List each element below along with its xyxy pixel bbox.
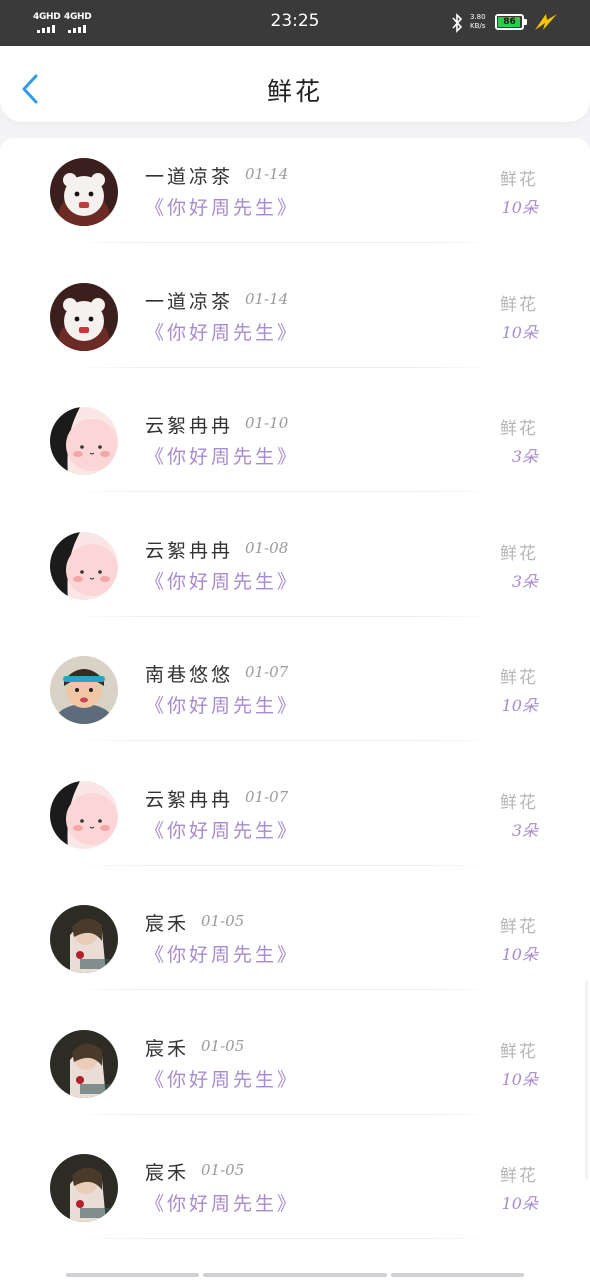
divider — [70, 740, 500, 741]
work-title[interactable]: 《你好周先生》 — [145, 442, 299, 469]
gift-type: 鲜花 — [500, 543, 538, 564]
gift-type: 鲜花 — [500, 170, 538, 190]
sender-name: 宸禾 — [145, 1162, 190, 1184]
pink-cartoon-avatar — [50, 407, 118, 475]
gift-type: 鲜花 — [500, 419, 538, 439]
send-date: 01-07 — [245, 663, 289, 681]
work-title[interactable]: 《你好周先生》 — [145, 1189, 299, 1216]
status-bar: 4GHD 4GHD 23:25 3.80 KB/s 86 — [0, 0, 590, 46]
divider — [70, 1238, 500, 1239]
gift-count: 10朵 — [501, 945, 538, 964]
send-date: 01-10 — [245, 414, 289, 432]
nav-header: 鲜花 — [0, 46, 590, 122]
gift-type: 鲜花 — [500, 1041, 538, 1062]
gift-count: 10朵 — [501, 696, 538, 715]
battery-icon: 86 — [495, 14, 527, 30]
list-item[interactable]: 云絮冉冉 01-08 《你好周先生》 鲜花 3朵 — [0, 512, 590, 637]
girl-photo-avatar — [50, 1030, 118, 1098]
gift-record-list[interactable]: 一道凉茶 01-14 《你好周先生》 鲜花 10朵 一道凉茶 01-14 《你好… — [0, 138, 590, 1280]
list-item[interactable]: 南巷悠悠 01-07 《你好周先生》 鲜花 10朵 — [0, 636, 590, 761]
charging-icon — [535, 14, 557, 30]
network-speed: 3.80 KB/s — [470, 13, 486, 31]
list-item[interactable]: 宸禾 01-05 《你好周先生》 鲜花 10朵 — [0, 1134, 590, 1259]
gift-count: 10朵 — [501, 322, 538, 342]
sender-name: 南巷悠悠 — [145, 664, 234, 686]
gift-count: 3朵 — [511, 820, 538, 840]
scrollbar[interactable] — [585, 980, 588, 1180]
list-item[interactable]: 云絮冉冉 01-07 《你好周先生》 鲜花 3朵 — [0, 761, 590, 886]
sender-name: 一道凉茶 — [145, 166, 234, 188]
bottom-bar-edge — [0, 1273, 590, 1280]
sender-name: 一道凉茶 — [145, 290, 234, 313]
work-title[interactable]: 《你好周先生》 — [145, 567, 299, 594]
white-bear-avatar — [50, 283, 118, 351]
send-date: 01-05 — [201, 912, 245, 930]
white-bear-avatar — [50, 158, 118, 226]
work-title[interactable]: 《你好周先生》 — [145, 816, 299, 843]
girl-photo-avatar — [50, 905, 118, 973]
work-title[interactable]: 《你好周先生》 — [145, 193, 299, 220]
gift-count: 3朵 — [511, 571, 538, 591]
gift-count: 10朵 — [501, 1194, 538, 1213]
gift-count: 3朵 — [511, 447, 538, 466]
speed-unit: KB/s — [470, 22, 486, 30]
bluetooth-icon — [452, 13, 463, 33]
sender-name: 宸禾 — [145, 1037, 190, 1060]
send-date: 01-07 — [245, 787, 289, 806]
divider — [70, 491, 500, 492]
avatar[interactable] — [50, 283, 118, 351]
girl-photo-avatar — [50, 1154, 118, 1222]
gift-type: 鲜花 — [500, 1166, 538, 1186]
list-item[interactable]: 一道凉茶 01-14 《你好周先生》 鲜花 10朵 — [0, 263, 590, 388]
divider — [70, 615, 500, 617]
child-photo-avatar — [50, 656, 118, 724]
avatar[interactable] — [50, 532, 118, 600]
sender-name: 云絮冉冉 — [145, 788, 234, 811]
send-date: 01-05 — [201, 1161, 245, 1179]
list-item[interactable]: 云絮冉冉 01-10 《你好周先生》 鲜花 3朵 — [0, 387, 590, 512]
avatar[interactable] — [50, 905, 118, 973]
pink-cartoon-avatar — [50, 532, 118, 600]
gift-type: 鲜花 — [500, 917, 538, 937]
divider — [70, 864, 500, 866]
gift-type: 鲜花 — [500, 668, 538, 688]
send-date: 01-05 — [201, 1036, 245, 1055]
send-date: 01-14 — [245, 289, 289, 308]
avatar[interactable] — [50, 656, 118, 724]
gift-type: 鲜花 — [500, 294, 538, 315]
divider — [70, 242, 500, 243]
list-item[interactable]: 宸禾 01-05 《你好周先生》 鲜花 10朵 — [0, 885, 590, 1010]
avatar[interactable] — [50, 781, 118, 849]
gift-type: 鲜花 — [500, 792, 538, 813]
work-title[interactable]: 《你好周先生》 — [145, 940, 299, 967]
sender-name: 宸禾 — [145, 913, 190, 935]
pink-cartoon-avatar — [50, 781, 118, 849]
work-title[interactable]: 《你好周先生》 — [145, 691, 299, 718]
divider — [70, 989, 500, 990]
divider — [70, 366, 500, 368]
sender-name: 云絮冉冉 — [145, 415, 234, 437]
divider — [70, 1113, 500, 1115]
sender-name: 云絮冉冉 — [145, 539, 234, 562]
avatar[interactable] — [50, 158, 118, 226]
list-item[interactable]: 一道凉茶 01-14 《你好周先生》 鲜花 10朵 — [0, 138, 590, 263]
gift-count: 10朵 — [501, 1069, 538, 1089]
avatar[interactable] — [50, 1154, 118, 1222]
avatar[interactable] — [50, 407, 118, 475]
page-title: 鲜花 — [266, 77, 323, 106]
work-title[interactable]: 《你好周先生》 — [145, 318, 299, 345]
avatar[interactable] — [50, 1030, 118, 1098]
battery-level: 86 — [503, 17, 516, 27]
send-date: 01-14 — [245, 165, 289, 183]
list-item[interactable]: 宸禾 01-05 《你好周先生》 鲜花 10朵 — [0, 1010, 590, 1135]
speed-value: 3.80 — [470, 13, 486, 21]
send-date: 01-08 — [245, 538, 289, 557]
work-title[interactable]: 《你好周先生》 — [145, 1065, 299, 1092]
gift-count: 10朵 — [501, 198, 538, 217]
